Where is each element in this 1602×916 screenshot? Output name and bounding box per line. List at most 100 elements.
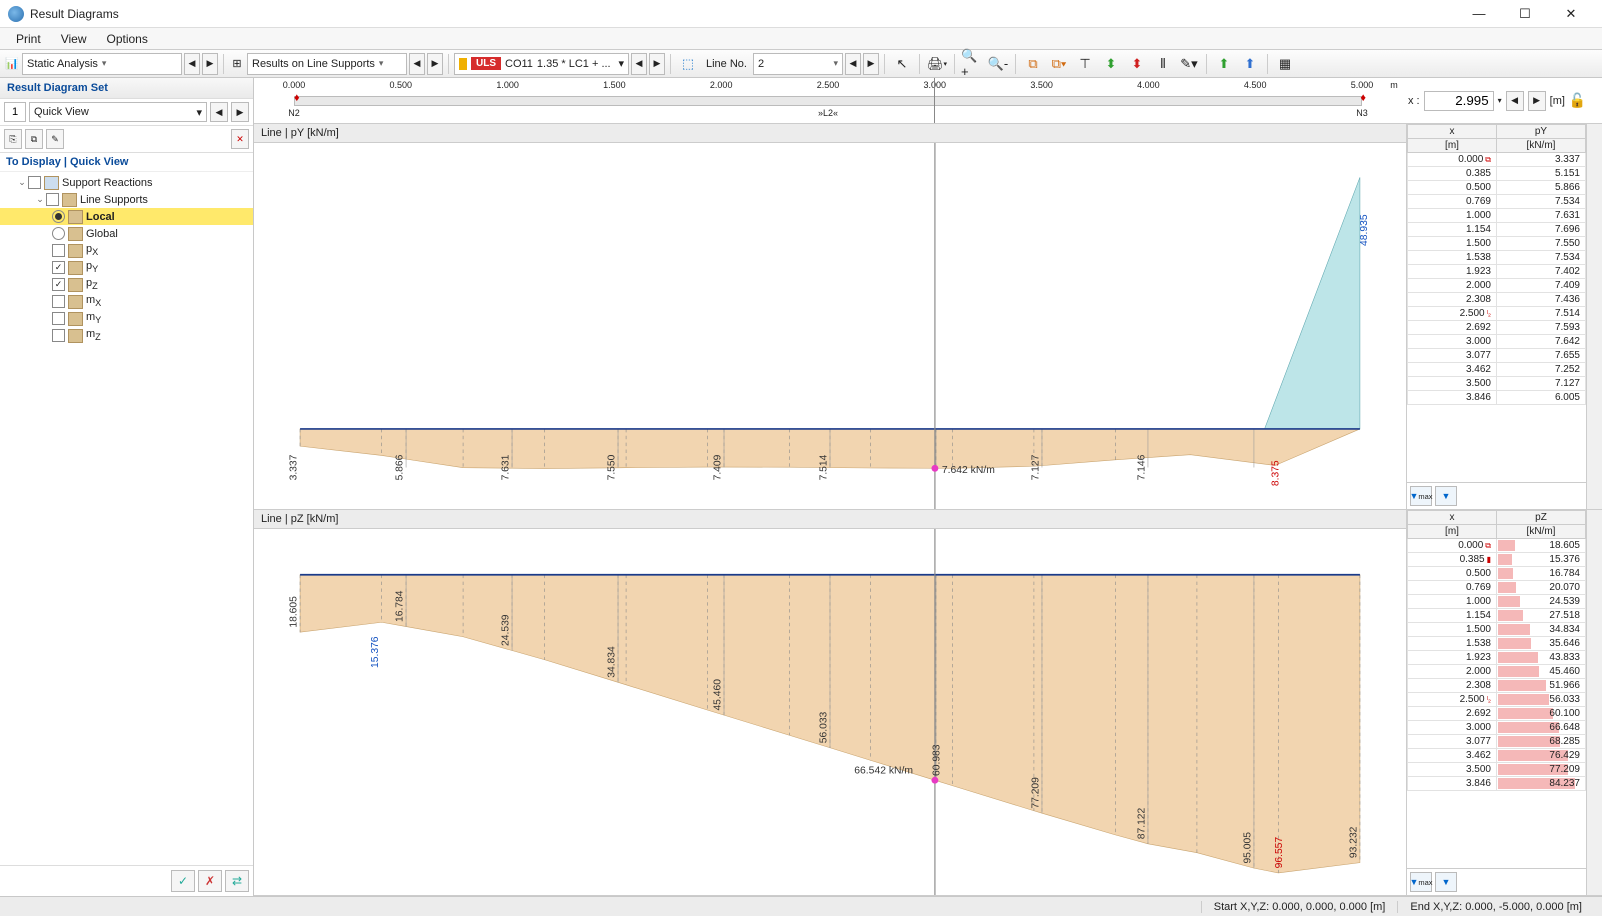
line-no-value: 2 xyxy=(758,58,764,70)
checkbox-checked[interactable]: ✓ xyxy=(52,278,65,291)
svg-text:5.866: 5.866 xyxy=(395,454,406,480)
zoom-in-icon[interactable]: 🔍+ xyxy=(960,53,984,75)
cursor-marker[interactable] xyxy=(934,78,935,123)
chart1-body[interactable]: 7.642 kN/m3.3375.8667.6317.5507.4097.514… xyxy=(254,143,1406,509)
chart2-data-col: xpZ [m][kN/m] 0.000⧉18.6050.385▮15.3760.… xyxy=(1406,510,1586,895)
tree-global[interactable]: Global xyxy=(0,225,253,242)
loadcase-next[interactable]: ▶ xyxy=(649,53,665,75)
results-label: Results on Line Supports xyxy=(252,58,375,70)
edit-set-icon[interactable]: ✎ xyxy=(46,129,64,149)
tool3-icon[interactable]: ⊤ xyxy=(1073,53,1097,75)
quick-next[interactable]: ▶ xyxy=(231,102,249,122)
tool1-icon[interactable]: ⧉ xyxy=(1021,53,1045,75)
tree-line-supports[interactable]: ⌄ Line Supports xyxy=(0,191,253,208)
menu-print[interactable]: Print xyxy=(6,30,51,48)
analysis-prev[interactable]: ◀ xyxy=(184,53,200,75)
max-button[interactable]: ▼max xyxy=(1410,486,1432,506)
scrollbar[interactable] xyxy=(1586,510,1602,895)
tree-py[interactable]: ✓ pY xyxy=(0,259,253,276)
filter-button[interactable]: ▼ xyxy=(1435,872,1457,892)
ruler-scale[interactable]: 0.0000.5001.0001.5002.0002.5003.0003.500… xyxy=(294,78,1362,123)
x-prev[interactable]: ◀ xyxy=(1506,91,1524,111)
select-icon[interactable]: ⬚ xyxy=(676,53,700,75)
col-v: pY xyxy=(1497,125,1586,139)
tree-label: Local xyxy=(86,211,115,223)
tree-mx[interactable]: mX xyxy=(0,293,253,310)
max-button[interactable]: ▼max xyxy=(1410,872,1432,892)
chart2-body[interactable]: 66.542 kN/m18.60516.78424.53934.83445.46… xyxy=(254,529,1406,895)
sidebar-toolbar: ⎘ ⧉ ✎ ✕ xyxy=(0,126,253,153)
scrollbar[interactable] xyxy=(1586,124,1602,509)
tool6-icon[interactable]: ⫴ xyxy=(1151,53,1175,75)
maximize-button[interactable]: ☐ xyxy=(1502,0,1548,28)
loadcase-combo[interactable]: ULS CO11 1.35 * LC1 + ... ▾ xyxy=(454,53,629,75)
results-next[interactable]: ▶ xyxy=(427,53,443,75)
quickview-combo[interactable]: Quick View ▾ xyxy=(29,102,207,122)
menu-view[interactable]: View xyxy=(51,30,97,48)
checkbox[interactable] xyxy=(28,176,41,189)
svg-text:16.784: 16.784 xyxy=(395,590,406,622)
line-prev[interactable]: ◀ xyxy=(845,53,861,75)
svg-text:3.337: 3.337 xyxy=(289,454,300,480)
zoom-out-icon[interactable]: 🔍- xyxy=(986,53,1010,75)
print-icon[interactable]: 🖨▾ xyxy=(925,53,949,75)
set-number-input[interactable] xyxy=(4,102,26,122)
radio[interactable] xyxy=(52,227,65,240)
menu-options[interactable]: Options xyxy=(96,30,157,48)
svg-text:93.232: 93.232 xyxy=(1348,826,1359,858)
tree-local[interactable]: Local xyxy=(0,208,253,225)
lock-icon[interactable]: 🔓 xyxy=(1569,92,1586,109)
tool2-icon[interactable]: ⧉▾ xyxy=(1047,53,1071,75)
checkbox[interactable] xyxy=(52,295,65,308)
collapse-icon[interactable]: ⌄ xyxy=(34,194,46,205)
mx-icon xyxy=(68,295,83,309)
results-combo[interactable]: Results on Line Supports ▾ xyxy=(247,53,407,75)
quick-prev[interactable]: ◀ xyxy=(210,102,228,122)
uncheck-all-icon[interactable]: ✗ xyxy=(198,870,222,892)
collapse-icon[interactable]: ⌄ xyxy=(16,177,28,188)
analysis-combo[interactable]: Static Analysis ▾ xyxy=(22,53,182,75)
checkbox[interactable] xyxy=(52,329,65,342)
col-x: x xyxy=(1408,511,1497,525)
line-no-combo[interactable]: 2 ▾ xyxy=(753,53,843,75)
chart1-table[interactable]: xpY [m][kN/m] 0.000⧉3.3370.3855.1510.500… xyxy=(1407,124,1586,482)
tree-mz[interactable]: mZ xyxy=(0,327,253,344)
sidebar-header: Result Diagram Set xyxy=(0,78,253,99)
x-unit: [m] xyxy=(1550,95,1565,107)
tree-my[interactable]: mY xyxy=(0,310,253,327)
my-icon xyxy=(68,312,83,326)
checkbox-checked[interactable]: ✓ xyxy=(52,261,65,274)
results-prev[interactable]: ◀ xyxy=(409,53,425,75)
delete-set-icon[interactable]: ✕ xyxy=(231,129,249,149)
tool9-icon[interactable]: ⬆ xyxy=(1238,53,1262,75)
checkbox[interactable] xyxy=(52,312,65,325)
tool8-icon[interactable]: ⬆ xyxy=(1212,53,1236,75)
check-all-icon[interactable]: ✓ xyxy=(171,870,195,892)
minimize-button[interactable]: — xyxy=(1456,0,1502,28)
checkbox[interactable] xyxy=(46,193,59,206)
close-button[interactable]: ✕ xyxy=(1548,0,1594,28)
line-next[interactable]: ▶ xyxy=(863,53,879,75)
tool4-icon[interactable]: ⬍ xyxy=(1099,53,1123,75)
analysis-next[interactable]: ▶ xyxy=(202,53,218,75)
copy-set-icon[interactable]: ⧉ xyxy=(25,129,43,149)
filter-button[interactable]: ▼ xyxy=(1435,486,1457,506)
tree-support-reactions[interactable]: ⌄ Support Reactions xyxy=(0,174,253,191)
x-value-input[interactable] xyxy=(1424,91,1494,111)
loadcase-prev[interactable]: ◀ xyxy=(631,53,647,75)
tree-px[interactable]: pX xyxy=(0,242,253,259)
tree-label: mZ xyxy=(86,328,101,342)
tree-pz[interactable]: ✓ pZ xyxy=(0,276,253,293)
radio-selected[interactable] xyxy=(52,210,65,223)
chevron-down-icon[interactable]: ▾ xyxy=(1498,96,1502,105)
x-next[interactable]: ▶ xyxy=(1528,91,1546,111)
pick-icon[interactable]: ↖ xyxy=(890,53,914,75)
chart2-table[interactable]: xpZ [m][kN/m] 0.000⧉18.6050.385▮15.3760.… xyxy=(1407,510,1586,868)
checkbox[interactable] xyxy=(52,244,65,257)
toggle-all-icon[interactable]: ⇄ xyxy=(225,870,249,892)
py-icon xyxy=(68,261,83,275)
new-set-icon[interactable]: ⎘ xyxy=(4,129,22,149)
tool7-icon[interactable]: ✎▾ xyxy=(1177,53,1201,75)
tool5-icon[interactable]: ⬍ xyxy=(1125,53,1149,75)
tool10-icon[interactable]: ▦ xyxy=(1273,53,1297,75)
